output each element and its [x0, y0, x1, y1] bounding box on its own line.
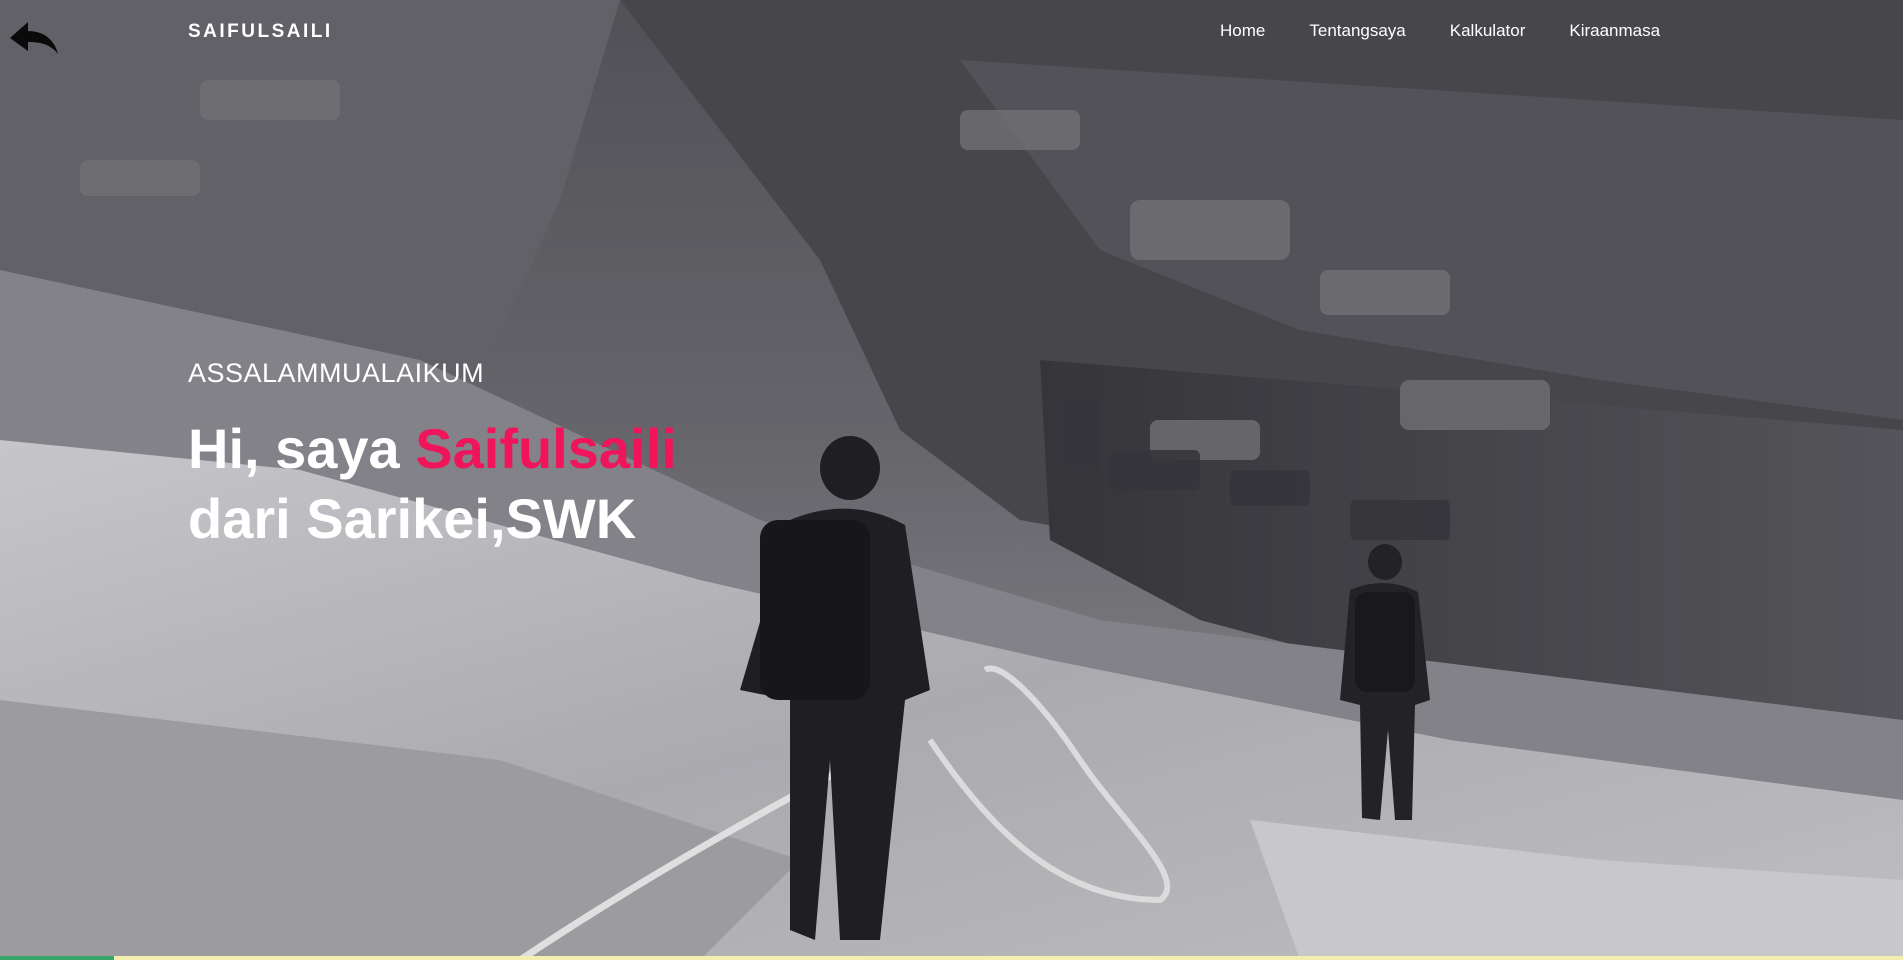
page-progress-fill — [0, 956, 115, 960]
page-progress-bar — [0, 956, 1903, 960]
nav-link-home[interactable]: Home — [1220, 21, 1265, 41]
back-arrow-icon — [10, 22, 58, 54]
hero-section: SAIFULSAILI Home Tentangsaya Kalkulator … — [0, 0, 1903, 960]
nav-link-tentangsaya[interactable]: Tentangsaya — [1309, 21, 1405, 41]
brand-logo-link[interactable]: SAIFULSAILI — [188, 21, 333, 43]
headline-prefix: Hi, saya — [188, 417, 400, 480]
headline-location: dari Sarikei,SWK — [188, 487, 637, 550]
headline-name: Saifulsaili — [415, 417, 677, 480]
back-button[interactable] — [8, 18, 60, 58]
nav-link-kiraanmasa[interactable]: Kiraanmasa — [1569, 21, 1660, 41]
hero-headline: Hi, saya Saifulsaili dari Sarikei,SWK — [188, 414, 677, 554]
hero-greeting: ASSALAMMUALAIKUM — [188, 358, 485, 388]
main-nav: Home Tentangsaya Kalkulator Kiraanmasa — [1220, 21, 1704, 41]
nav-link-kalkulator[interactable]: Kalkulator — [1450, 21, 1526, 41]
